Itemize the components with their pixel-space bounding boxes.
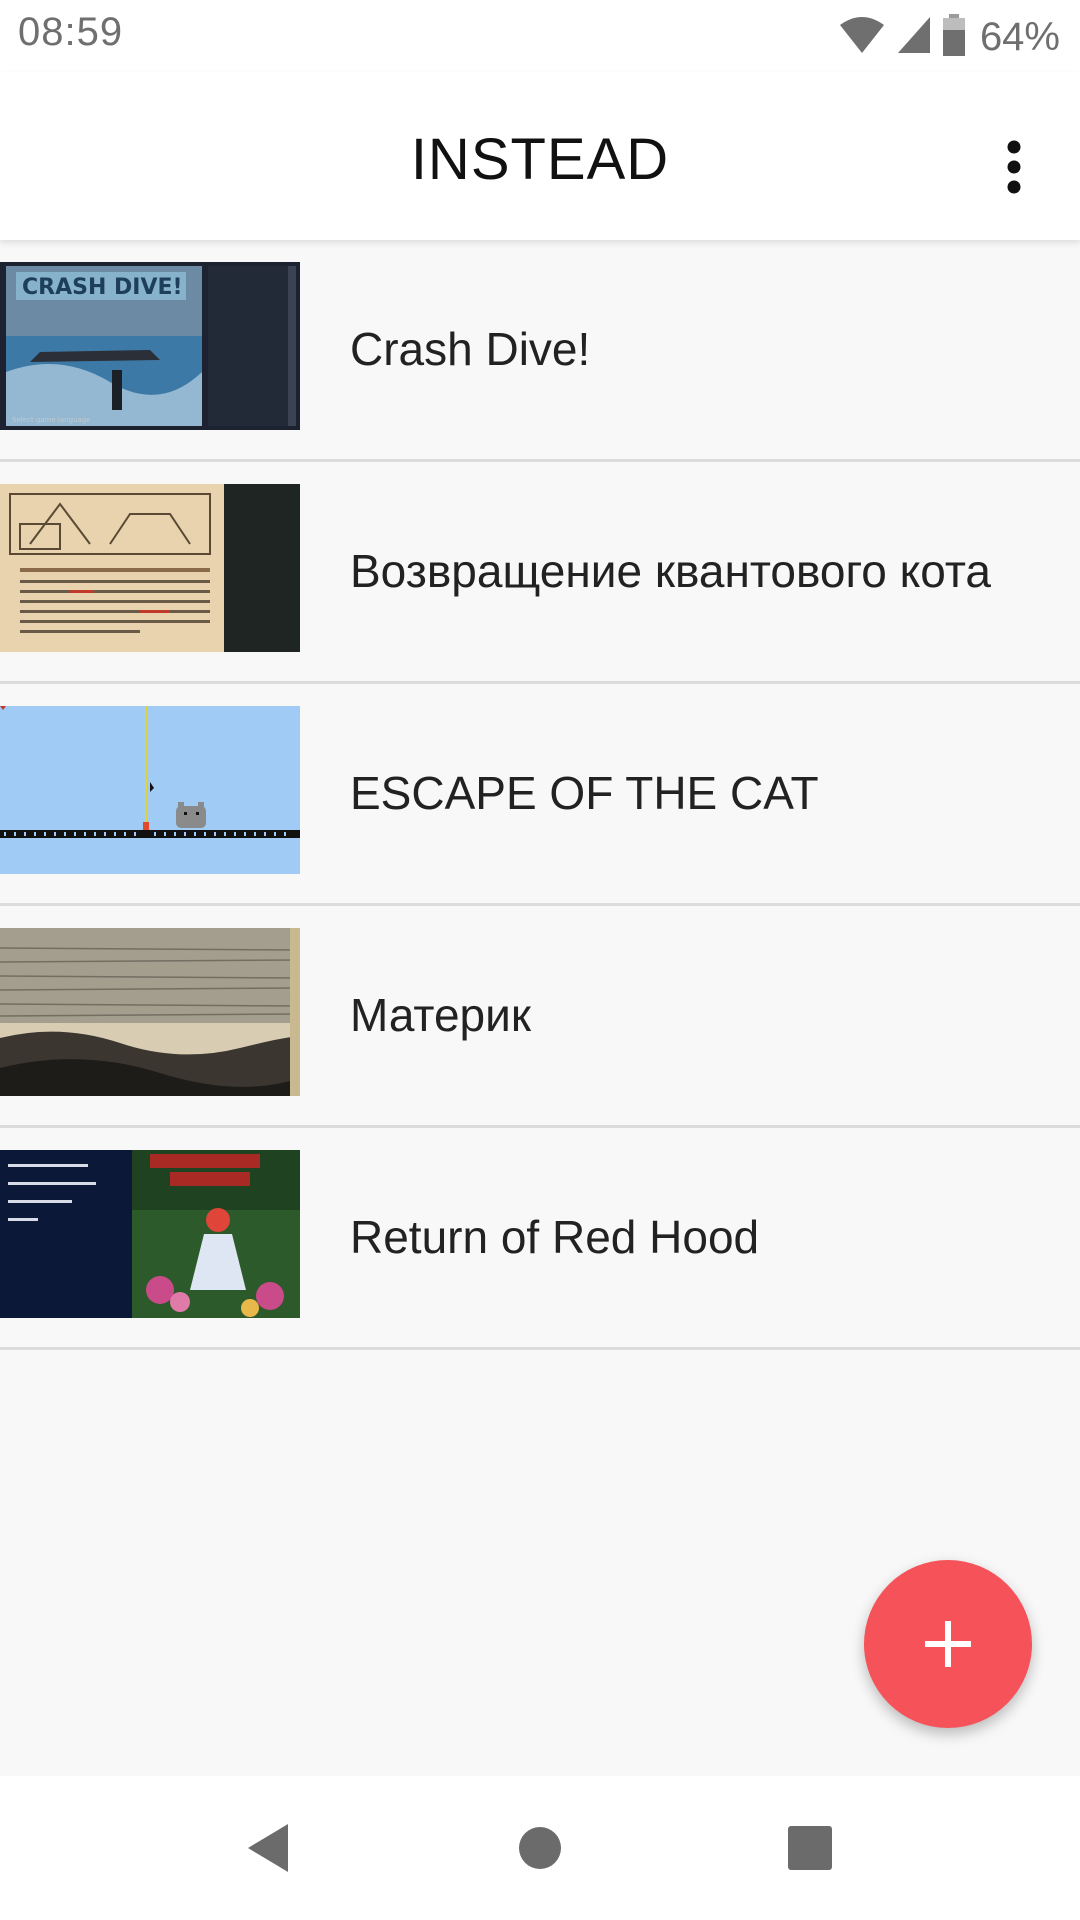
game-item-materik[interactable]: Материк <box>0 906 1080 1128</box>
battery-icon <box>942 13 966 61</box>
status-bar: 08:59 64% <box>0 0 1080 72</box>
status-icons: 64% <box>838 12 1060 62</box>
game-thumbnail <box>0 928 300 1096</box>
cell-signal-icon <box>896 15 932 60</box>
navigation-bar <box>0 1776 1080 1920</box>
back-icon <box>248 1824 288 1872</box>
game-item-return-of-red-hood[interactable]: Return of Red Hood <box>0 1128 1080 1350</box>
overflow-menu-button[interactable] <box>984 122 1044 212</box>
game-title: Возвращение квантового кота <box>350 545 991 597</box>
game-title: ESCAPE OF THE CAT <box>350 767 819 819</box>
home-icon <box>519 1827 561 1869</box>
add-game-button[interactable] <box>864 1560 1032 1728</box>
svg-text:CRASH DIVE!: CRASH DIVE! <box>22 275 183 300</box>
wifi-icon <box>838 15 886 60</box>
app-title: INSTEAD <box>410 127 670 192</box>
game-item-quantum-cat[interactable]: Возвращение квантового кота <box>0 462 1080 684</box>
more-vert-icon <box>1007 140 1021 194</box>
game-thumbnail: CRASH DIVE! Select game language <box>0 262 300 430</box>
svg-text:Select game language: Select game language <box>12 416 91 424</box>
game-item-escape-of-the-cat[interactable]: ESCAPE OF THE CAT <box>0 684 1080 906</box>
game-thumbnail <box>0 706 300 874</box>
home-button[interactable] <box>460 1776 620 1920</box>
battery-percent: 64% <box>979 14 1060 59</box>
app-bar: INSTEAD <box>0 72 1080 240</box>
game-title: Return of Red Hood <box>350 1211 760 1263</box>
plus-icon <box>925 1621 971 1667</box>
recents-button[interactable] <box>730 1776 890 1920</box>
game-title: Crash Dive! <box>350 323 591 375</box>
game-list: CRASH DIVE! Select game language Crash D… <box>0 240 1080 1350</box>
game-thumbnail <box>0 1150 300 1318</box>
back-button[interactable] <box>188 1776 348 1920</box>
game-thumbnail <box>0 484 300 652</box>
game-item-crash-dive[interactable]: CRASH DIVE! Select game language Crash D… <box>0 240 1080 462</box>
game-title: Материк <box>350 989 531 1041</box>
recents-icon <box>788 1826 832 1870</box>
status-time: 08:59 <box>18 10 124 54</box>
